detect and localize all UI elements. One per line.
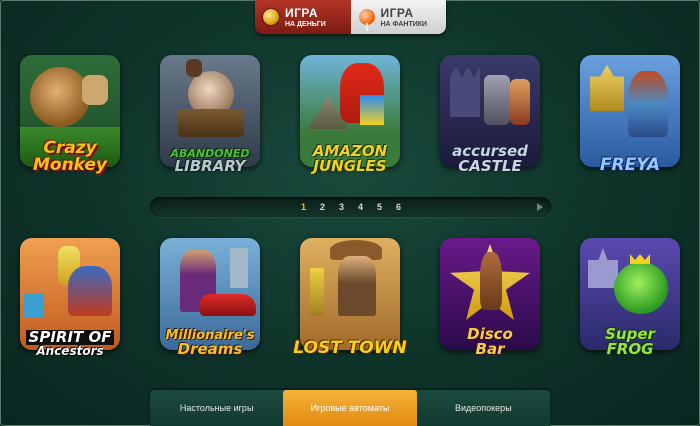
maiden [510,79,530,125]
golden-palace [590,65,624,111]
monkey-hand [82,75,108,105]
game-logo-line2: FREYA [599,155,661,175]
game-logo-line2: LOST TOWN [293,338,407,358]
tab-video-poker[interactable]: Видеопокеры [417,390,550,426]
game-amazon-jungles[interactable]: AMAZON JUNGLES [290,45,410,180]
golden-totem [310,268,324,316]
tab-table-games[interactable]: Настольные игры [150,390,283,426]
game-lost-town[interactable]: LOST TOWN [290,228,410,363]
play-for-candy-title: ИГРА [380,5,414,20]
game-logo-line2: JUNGLES [313,157,387,175]
game-logo-line2: Monkey [32,155,107,175]
next-page-arrow-icon[interactable] [537,203,543,211]
tab-slot-machines[interactable]: Игровые автоматы [283,390,417,426]
knight [484,75,510,125]
category-tabs: Настольные игры Игровые автоматы Видеопо… [150,390,550,426]
game-logo-line1: SPIRIT OF [25,330,115,345]
game-spirit-of-ancestors[interactable]: SPIRIT OF Ancestors [10,228,130,363]
game-super-frog[interactable]: Super FROG [570,228,690,363]
parrot-wing [360,95,384,125]
game-freya[interactable]: FREYA [570,45,690,180]
frog-figure [614,262,668,314]
game-art [580,55,680,167]
pagination-bar: 1 2 3 4 5 6 [150,197,551,217]
mode-switch: ИГРА НА ДЕНЬГИ ИГРА НА ФАНТИКИ [255,0,446,34]
play-for-candy-button[interactable]: ИГРА НА ФАНТИКИ [350,0,446,34]
game-disco-bar[interactable]: Disco Bar [430,228,550,363]
red-sports-car [200,294,256,316]
game-logo-line2: FROG [606,340,654,358]
owl [186,59,202,77]
freya-figure [628,71,668,137]
play-for-money-sub: НА ДЕНЬГИ [285,20,326,28]
game-accursed-castle[interactable]: accursed CASTLE [430,45,550,180]
page-link-4[interactable]: 4 [351,202,370,212]
play-for-money-title: ИГРА [285,5,319,20]
page-link-6[interactable]: 6 [389,202,408,212]
page-list: 1 2 3 4 5 6 [294,197,408,217]
game-logo-line2: Bar [475,340,505,358]
page-link-5[interactable]: 5 [370,202,389,212]
page-link-3[interactable]: 3 [332,202,351,212]
castle [588,248,618,288]
game-logo-line2: CASTLE [458,157,522,175]
game-abandoned-library[interactable]: ABANDONED LIBRARY [150,45,270,180]
crown [630,254,650,264]
game-logo-line2: Ancestors [36,344,104,358]
dancer-figure [480,252,502,310]
coin-icon [263,9,279,25]
game-logo-line2: LIBRARY [174,157,246,175]
game-crazy-monkey[interactable]: Crazy Monkey [10,45,130,180]
totem [24,294,44,318]
explorer-figure [338,256,376,316]
skyscraper [230,248,248,288]
game-millionaires-dreams[interactable]: Millionaire's Dreams [150,228,270,363]
page-link-1[interactable]: 1 [294,202,313,212]
castle [450,67,480,117]
game-logo-line2: Dreams [177,340,243,358]
lollipop-icon [358,9,375,31]
chief-headdress [68,266,112,316]
play-for-candy-sub: НА ФАНТИКИ [380,20,428,28]
play-for-money-button[interactable]: ИГРА НА ДЕНЬГИ [255,0,351,34]
book [178,109,244,137]
page-link-2[interactable]: 2 [313,202,332,212]
game-art [300,238,400,350]
monkey-figure [30,67,90,127]
